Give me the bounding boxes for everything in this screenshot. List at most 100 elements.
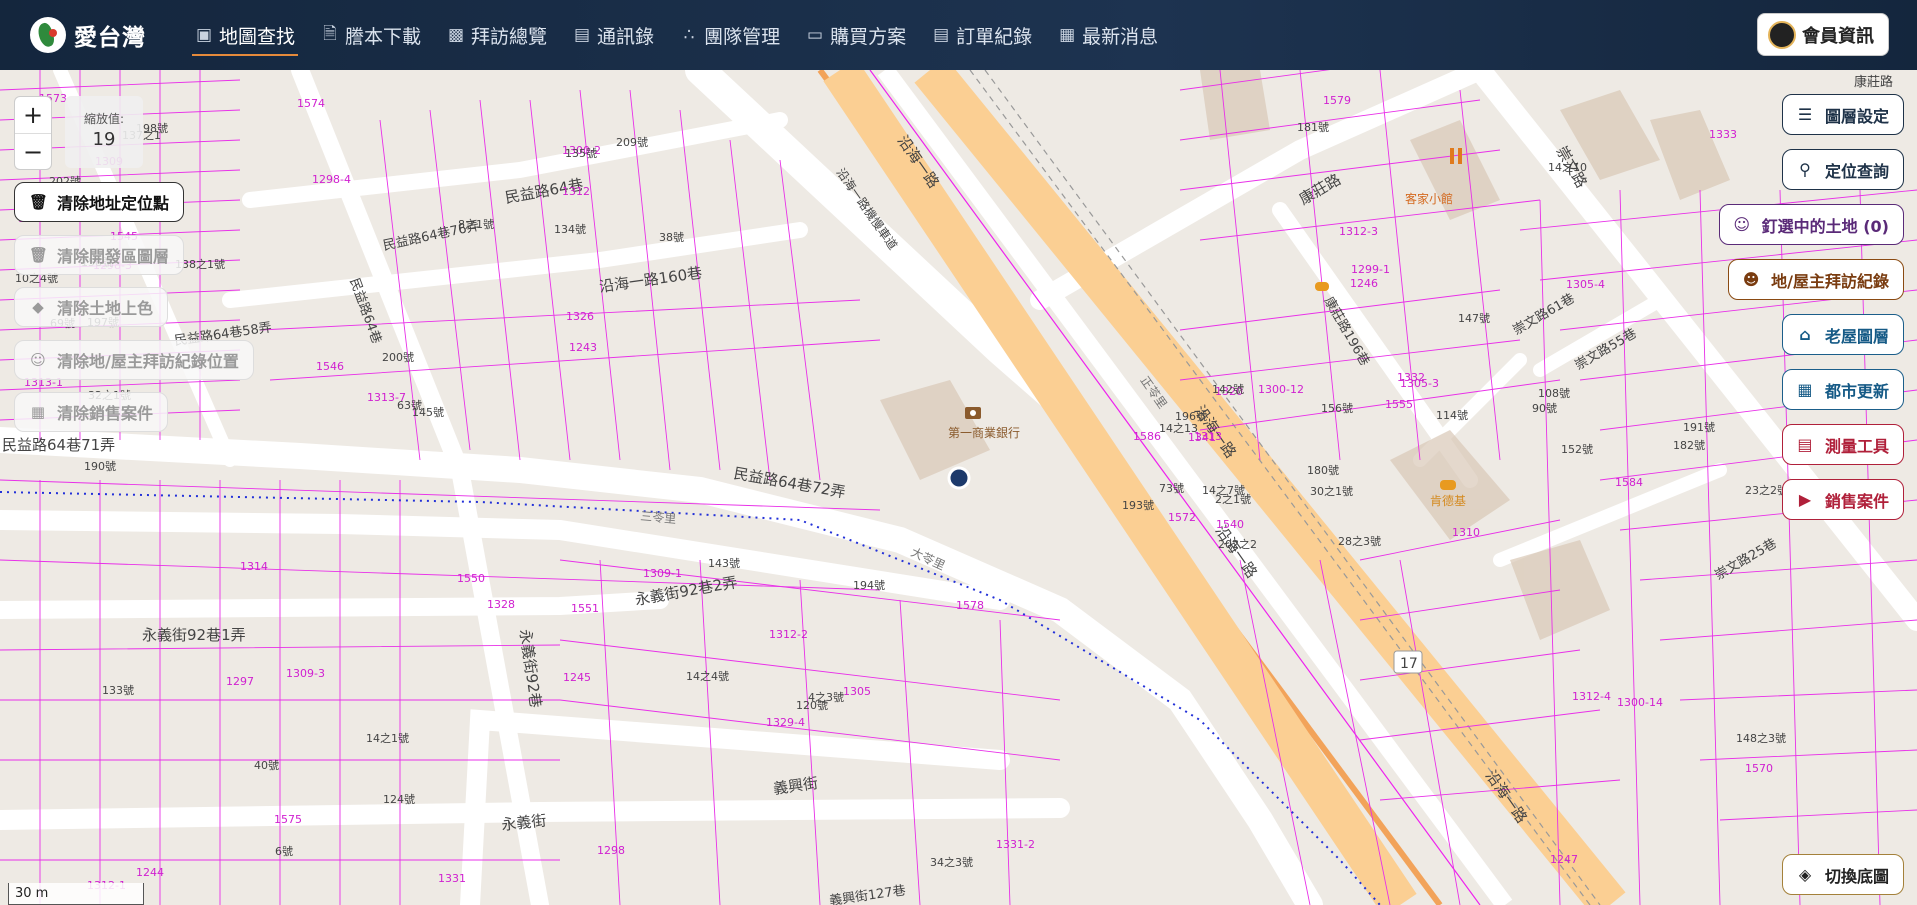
contact-card-icon: ▤	[574, 25, 591, 45]
app-logo[interactable]: 愛台灣	[30, 17, 160, 53]
parcel-label: 14之1號	[366, 731, 409, 745]
chart-icon: ▩	[448, 25, 465, 45]
parcel-label: 1575	[274, 813, 302, 826]
location-pin-icon: ⚲	[1799, 160, 1811, 179]
svg-text:第一商業銀行: 第一商業銀行	[948, 425, 1020, 440]
parcel-label: 1298	[597, 844, 625, 857]
parcel-label: 181號	[1297, 121, 1329, 134]
clear-development-layer-button[interactable]: 🗑 清除開發區圖層	[14, 235, 185, 275]
parcel-label: 209號	[616, 136, 648, 149]
parcel-label: 1305	[843, 685, 871, 698]
parcel-label: 1310	[1452, 526, 1480, 539]
parcel-label: 1309-3	[286, 667, 325, 680]
parcel-label: 108號	[1538, 387, 1570, 400]
parcel-label: 202之2	[1218, 537, 1257, 551]
parcel-label: 1579	[1323, 94, 1351, 107]
parcel-label: 1572	[1168, 511, 1196, 524]
clear-land-coloring-button[interactable]: ◆ 清除土地上色	[14, 287, 169, 327]
owner-visit-records-button[interactable]: ☻ 地/屋主拜訪紀錄	[1728, 259, 1904, 300]
top-navigation-bar: 愛台灣 ▣ 地圖查找 🗎 謄本下載 ▩ 拜訪總覽 ▤ 通訊錄 ∴ 團隊管理 ▭ 購買方案 ▤…	[0, 0, 1917, 70]
svg-text:肯德基: 肯德基	[1430, 493, 1466, 508]
parcel-label: 14之10	[1548, 160, 1587, 174]
pinned-land-button[interactable]: ☺ 釘選中的土地 (0)	[1718, 204, 1904, 245]
nav-item-visit-overview[interactable]: ▩ 拜訪總覽	[434, 0, 560, 70]
location-search-button[interactable]: ⚲ 定位查詢	[1781, 149, 1904, 190]
map-canvas[interactable]: 民益路64巷 民益路64巷76弄 沿海一路160巷 民益路64巷58弄 民益路6…	[0, 70, 1917, 905]
parcel-label: 1309-1	[643, 567, 682, 580]
parcel-label: 1245	[563, 671, 591, 684]
parcel-label: 1329-4	[766, 716, 805, 729]
parcel-label: 1312-3	[1339, 225, 1378, 238]
map-svg[interactable]: 民益路64巷 民益路64巷76弄 沿海一路160巷 民益路64巷58弄 民益路6…	[0, 70, 1917, 905]
parcel-label: 194號	[853, 579, 885, 592]
svg-text:民益路64巷71弄: 民益路64巷71弄	[2, 436, 115, 454]
zoom-controls: + −	[14, 96, 52, 170]
urban-renewal-button[interactable]: ▦ 都市更新	[1781, 369, 1904, 410]
svg-text:客家小館: 客家小館	[1405, 191, 1453, 206]
zoom-in-button[interactable]: +	[15, 97, 51, 133]
main-nav: ▣ 地圖查找 🗎 謄本下載 ▩ 拜訪總覽 ▤ 通訊錄 ∴ 團隊管理 ▭ 購買方案 ▤ 訂單紀錄…	[182, 0, 1171, 70]
measure-tool-button[interactable]: ▤ 測量工具	[1781, 424, 1904, 465]
nav-item-team-management[interactable]: ∴ 團隊管理	[667, 0, 793, 70]
parcel-label: 191號	[1683, 421, 1715, 434]
zoom-level-value: 19	[92, 129, 116, 150]
member-info-button[interactable]: 會員資訊	[1757, 13, 1889, 56]
switch-basemap-button[interactable]: ◈ 切換底圖	[1781, 854, 1904, 895]
parcel-label: 6號	[275, 845, 293, 858]
nav-item-latest-news[interactable]: ▦ 最新消息	[1045, 0, 1171, 70]
parcel-label: 193號	[1122, 499, 1154, 512]
parcel-label: 1312-2	[769, 628, 808, 641]
parcel-label: 14之13	[1159, 421, 1198, 435]
nav-item-map-search[interactable]: ▣ 地圖查找	[182, 0, 308, 70]
taiwan-logo-icon	[30, 17, 66, 53]
parcel-label: 38號	[659, 231, 684, 244]
layer-settings-button[interactable]: ☰ 圖層設定	[1781, 94, 1904, 135]
map-icon: ▣	[195, 25, 213, 45]
sales-cases-button[interactable]: ▶ 銷售案件	[1781, 479, 1904, 520]
clear-sales-cases-button[interactable]: ▦ 清除銷售案件	[14, 392, 169, 432]
zoom-level-label: 縮放值:	[83, 112, 125, 126]
parcel-label: 1300-12	[1258, 383, 1304, 396]
fastfood-icon-2	[1315, 282, 1329, 291]
nav-item-contacts[interactable]: ▤ 通訊錄	[560, 0, 667, 70]
eraser-icon: ◆	[32, 298, 44, 316]
bank-icon	[965, 407, 981, 419]
parcel-label: 1247	[1550, 853, 1578, 866]
megaphone-icon: ▶	[1798, 490, 1812, 509]
nav-item-order-history[interactable]: ▤ 訂單紀錄	[919, 0, 1045, 70]
old-house-layer-button[interactable]: ⌂ 老屋圖層	[1781, 314, 1904, 355]
building-clear-icon: ▦	[30, 403, 46, 421]
zoom-out-button[interactable]: −	[15, 133, 51, 169]
clear-owner-visit-position-button[interactable]: ☺ 清除地/屋主拜訪紀錄位置	[14, 340, 254, 380]
parcel-label: 147號	[1458, 312, 1490, 325]
parcel-label: 1300-14	[1617, 696, 1663, 709]
parcel-label: 1574	[297, 97, 325, 110]
parcel-label: 1244	[136, 866, 164, 879]
parcel-label: 1332	[1397, 371, 1425, 384]
parcel-label: 124號	[383, 793, 415, 806]
parcel-label: 1546	[316, 360, 344, 373]
parcel-label: 200號	[382, 351, 414, 364]
parcel-label: 1570	[1745, 762, 1773, 775]
parcel-label: 152號	[1561, 443, 1593, 456]
parcel-label: 120號	[796, 699, 828, 712]
news-icon: ▦	[1059, 25, 1076, 45]
parcel-label: 1312-4	[1572, 690, 1611, 703]
parcel-label: 1578	[956, 599, 984, 612]
clear-address-marker-button[interactable]: 🗑 清除地址定位點	[14, 182, 185, 222]
parcel-label: 1305-4	[1566, 278, 1605, 291]
document-icon: 🗎	[323, 23, 337, 44]
location-marker[interactable]	[947, 466, 971, 490]
parcel-label: 114號	[1436, 409, 1468, 422]
parcel-label: 28之3號	[1338, 534, 1381, 548]
parcel-label: 135號	[565, 147, 597, 160]
parcel-label: 1550	[457, 572, 485, 585]
nav-item-transcript-download[interactable]: 🗎 謄本下載	[308, 0, 434, 70]
nav-item-purchase-plans[interactable]: ▭ 購買方案	[793, 0, 919, 70]
parcel-label: 30之1號	[1310, 484, 1353, 498]
ruler-icon: ▤	[1797, 435, 1813, 454]
fastfood-icon	[1440, 480, 1456, 490]
parcel-label: 182號	[1673, 439, 1705, 452]
parcel-label: 1331-2	[996, 838, 1035, 851]
parcel-label: 1586	[1133, 430, 1161, 443]
